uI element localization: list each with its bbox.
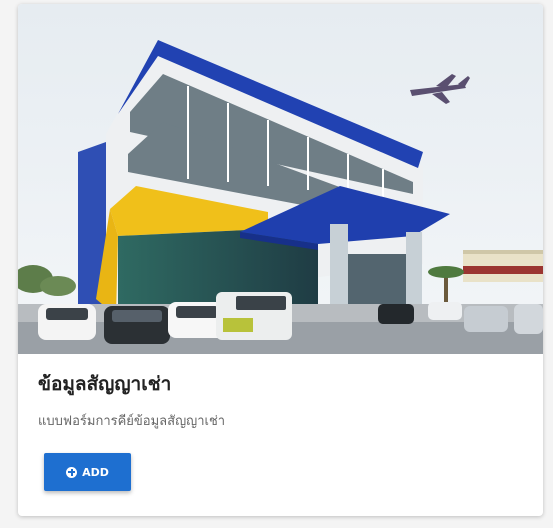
plus-circle-icon bbox=[66, 466, 78, 478]
card-description: แบบฟอร์มการคีย์ข้อมูลสัญญาเช่า bbox=[38, 414, 226, 429]
building-photo bbox=[18, 4, 543, 354]
add-button-label: ADD bbox=[82, 465, 109, 479]
contract-card: ข้อมูลสัญญาเช่า แบบฟอร์มการคีย์ข้อมูลสัญ… bbox=[18, 4, 543, 516]
add-button[interactable]: ADD bbox=[44, 453, 131, 491]
card-title: ข้อมูลสัญญาเช่า bbox=[38, 373, 172, 395]
